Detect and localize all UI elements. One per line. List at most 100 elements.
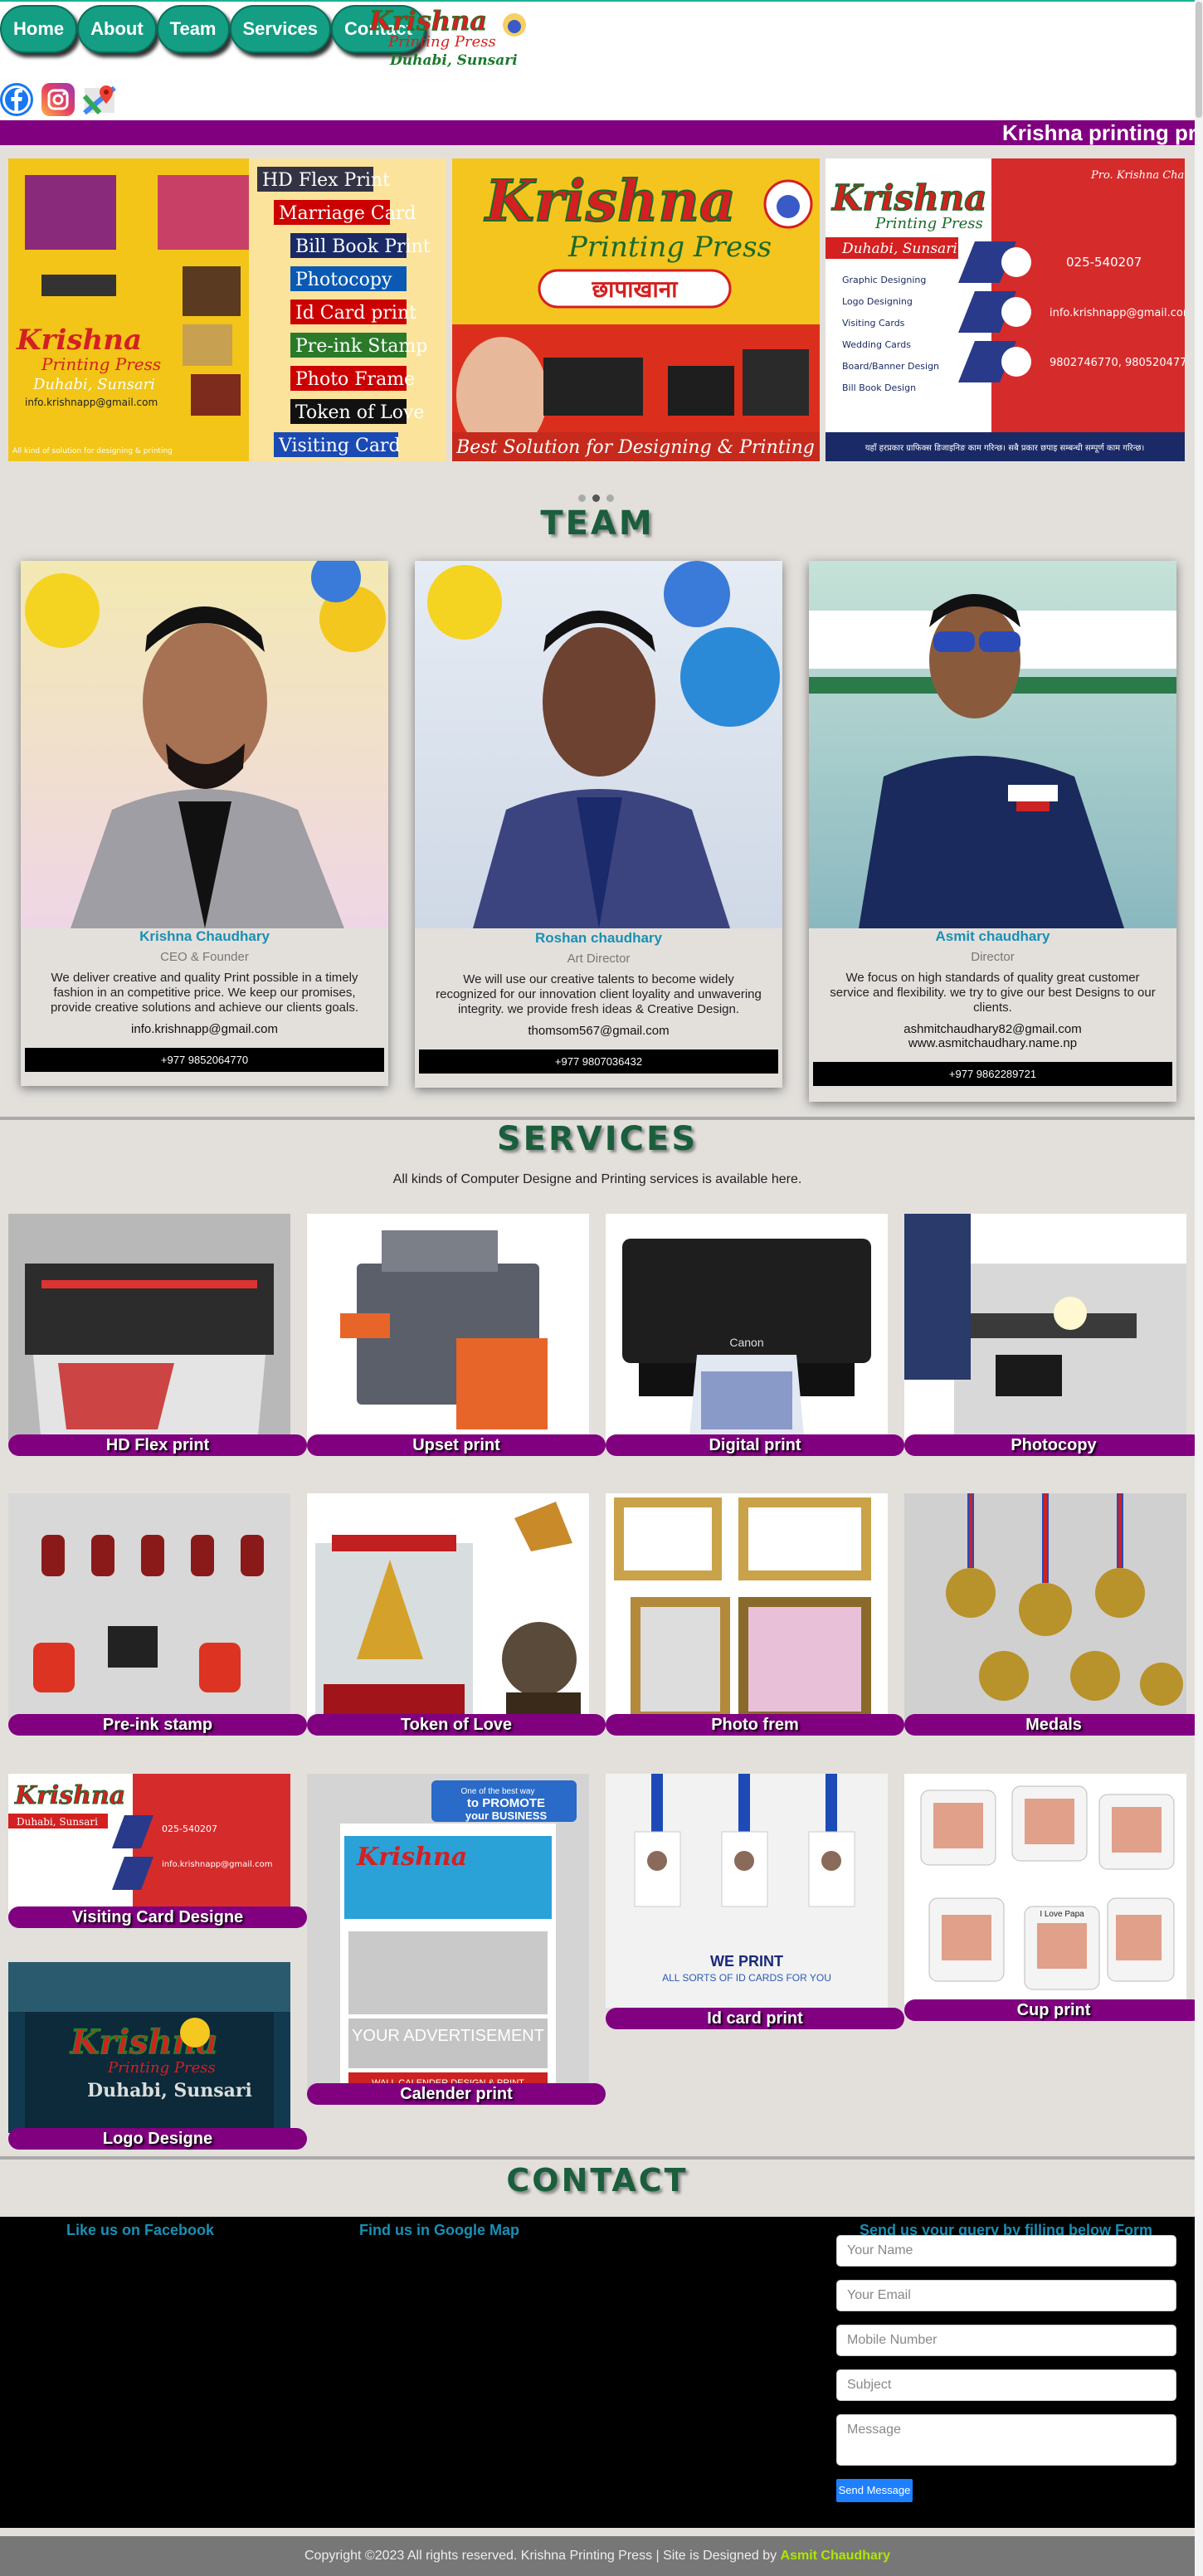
service-card[interactable]: Canon Digital print (606, 1214, 904, 1456)
banner-email: info.krishnapp@gmail.com (25, 397, 158, 408)
member-phone[interactable]: +977 9807036432 (419, 1049, 778, 1074)
logo-brand: Krishna (368, 5, 487, 37)
banner-sub: Printing Press (41, 354, 161, 374)
service-label: Token of Love (307, 1714, 606, 1736)
member-name: Asmit chaudhary (935, 928, 1050, 944)
banner-item: HD Flex Print (262, 170, 390, 191)
nav-home[interactable]: Home (0, 5, 78, 53)
banner-prop: Pro. Krishna Chaudhary (1090, 169, 1185, 182)
card-phone: 025-540207 (1066, 255, 1142, 270)
service-card[interactable]: I Love Papa Cup print (904, 1774, 1203, 2021)
send-message-button[interactable]: Send Message (836, 2479, 913, 2502)
instagram-icon[interactable] (41, 83, 75, 116)
card-footer: यहाँ हरप्रकार ग्राफिक्स डिजाइनिङ काम गरि… (865, 443, 1145, 453)
member-email[interactable]: ashmitchaudhary82@gmail.com (809, 1022, 1176, 1036)
member-phone[interactable]: +977 9852064770 (25, 1048, 384, 1072)
google-maps-icon[interactable] (83, 83, 116, 116)
banner-item: Pre-ink Stamp (295, 336, 427, 357)
services-heading: SERVICES (496, 1120, 699, 1158)
service-image: Krishna Printing Press Duhabi, Sunsari (8, 1962, 290, 2133)
idcard-title: WE PRINT (710, 1953, 783, 1970)
service-label: Visiting Card Designe (8, 1906, 307, 1928)
carousel-dot-active[interactable] (592, 494, 600, 502)
service-label: Cup print (904, 1999, 1203, 2021)
service-card[interactable]: Medals (904, 1493, 1203, 1736)
phone-icon (1001, 247, 1031, 277)
banner-item: Photocopy (295, 270, 392, 290)
header: Home About Team Services Contact Krishna… (0, 0, 1203, 120)
member-website[interactable]: www.asmitchaudhary.name.np (809, 1036, 1176, 1050)
service-card[interactable]: HD Flex print (8, 1214, 307, 1456)
idcard-sub: ALL SORTS OF ID CARDS FOR YOU (662, 1972, 831, 1984)
service-card[interactable]: Photo frem (606, 1493, 904, 1736)
subject-input[interactable]: Subject (836, 2369, 1176, 2401)
designer-link[interactable]: Asmit Chaudhary (781, 2549, 890, 2563)
nav-team[interactable]: Team (156, 5, 230, 53)
banner-item: Marriage Card (279, 203, 416, 224)
printer-large (543, 358, 643, 416)
banner-sub: Printing Press (567, 231, 772, 264)
card-service: Logo Designing (842, 296, 913, 307)
banner-main[interactable]: Krishna Printing Press छापाखाना Best Sol… (452, 158, 820, 461)
team-card: Asmit chaudhary Director We focus on hig… (809, 561, 1176, 1102)
service-label: Logo Designe (8, 2128, 307, 2150)
card-service: Board/Banner Design (842, 361, 939, 372)
banner-brand: Krishna (831, 178, 987, 218)
nav-about[interactable]: About (77, 5, 157, 53)
service-image: Krishna Duhabi, Sunsari 025-540207 info.kri… (8, 1774, 290, 1913)
scrollbar[interactable] (1195, 0, 1203, 2576)
service-label: Calender print (307, 2083, 606, 2105)
mobile-input[interactable]: Mobile Number (836, 2325, 1176, 2356)
service-label: Upset print (307, 1434, 606, 1456)
services-subtitle: All kinds of Computer Designe and Printi… (392, 1172, 802, 1186)
banner-brand: Krishna (16, 324, 142, 357)
vc-brand: Krishna (14, 1781, 125, 1810)
printer-small (668, 366, 734, 416)
service-card[interactable]: Photocopy (904, 1214, 1203, 1456)
service-card[interactable]: Pre-ink stamp (8, 1493, 307, 1736)
service-image: Canon (606, 1214, 888, 1444)
member-name: Roshan chaudhary (534, 930, 663, 946)
google-map-link[interactable]: Find us in Google Map (359, 2222, 519, 2239)
krishna-icon (777, 195, 800, 218)
service-label: Photo frem (606, 1714, 904, 1736)
site-logo[interactable]: Krishna Printing Press Duhabi, Sunsari (365, 3, 527, 70)
banner-slogan: Best Solution for Designing & Printing (455, 437, 815, 458)
banner-item: Id Card print (295, 303, 416, 324)
member-phone[interactable]: +977 9862289721 (813, 1062, 1172, 1086)
member-email[interactable]: info.krishnapp@gmail.com (21, 1022, 388, 1036)
banner-item: Bill Book Print (295, 236, 431, 257)
scrollbar-thumb[interactable] (1196, 2, 1202, 118)
service-label: Medals (904, 1714, 1203, 1736)
banner-tag: All kind of solution for designing & pri… (12, 447, 173, 455)
facebook-link[interactable]: Like us on Facebook (66, 2222, 214, 2239)
service-card[interactable]: WE PRINT ALL SORTS OF ID CARDS FOR YOU Id… (606, 1774, 904, 2029)
service-card[interactable]: Token of Love (307, 1493, 606, 1736)
carousel-dot[interactable] (578, 494, 586, 502)
card-service: Visiting Cards (842, 318, 905, 329)
name-input[interactable]: Your Name (836, 2235, 1176, 2267)
service-card[interactable]: One of the best way to PROMOTE your BUSINE… (307, 1774, 606, 2105)
banner-place: Duhabi, Sunsari (841, 241, 957, 257)
card-mobile: 9802746770, 9805204770 (1050, 357, 1185, 369)
service-card[interactable]: Krishna Printing Press Duhabi, Sunsari Log… (8, 1962, 307, 2150)
footer-text: Copyright ©2023 All rights reserved. Kri… (304, 2549, 781, 2563)
facebook-icon[interactable] (0, 83, 33, 116)
banner-sub: Printing Press (874, 215, 983, 232)
cal-brand: Krishna (356, 1843, 467, 1872)
carousel-dot[interactable] (606, 494, 614, 502)
service-card[interactable]: Krishna Duhabi, Sunsari 025-540207 info.kri… (8, 1774, 307, 1928)
member-email[interactable]: thomsom567@gmail.com (415, 1024, 782, 1038)
nav-services[interactable]: Services (229, 5, 332, 53)
team-card: Roshan chaudhary Art Director We will us… (415, 561, 782, 1088)
social-links (0, 83, 116, 116)
email-input[interactable]: Your Email (836, 2280, 1176, 2311)
service-label: Id card print (606, 2008, 904, 2029)
service-image (307, 1214, 589, 1444)
banner-card[interactable]: Pro. Krishna Chaudhary Krishna Printing … (826, 158, 1185, 461)
message-textarea[interactable]: Message (836, 2414, 1176, 2466)
member-desc: We will use our creative talents to beco… (436, 972, 762, 1016)
banner-services[interactable]: HD Flex Print Marriage Card Bill Book Pr… (8, 158, 446, 461)
member-desc: We focus on high standards of quality gr… (830, 971, 1156, 1015)
service-card[interactable]: Upset print (307, 1214, 606, 1456)
